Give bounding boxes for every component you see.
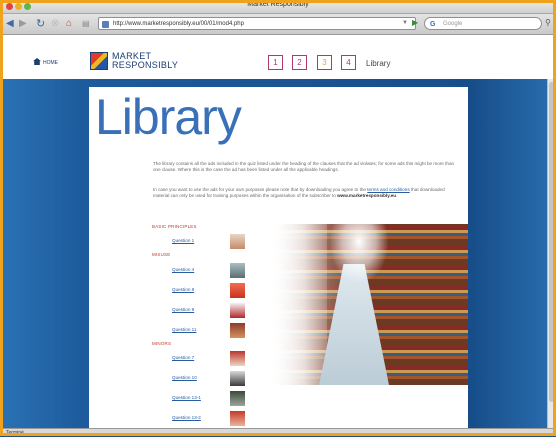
site-favicon-icon <box>102 21 109 28</box>
home-label: HOME <box>43 60 58 66</box>
stop-icon[interactable]: ⊗ <box>51 18 59 30</box>
reload-icon[interactable]: ↻ <box>36 18 45 30</box>
section-heading-misuse: MISUSE <box>152 252 171 257</box>
page-link-4[interactable]: 4 <box>341 55 356 70</box>
site-logo-text[interactable]: MARKET RESPONSIBLY <box>112 52 178 70</box>
question-link[interactable]: Question 13-2 <box>172 415 201 420</box>
page-link-3[interactable]: 3 <box>317 55 332 70</box>
question-link[interactable]: Question 9 <box>172 307 194 312</box>
google-g-icon: G <box>430 21 436 28</box>
bookmark-icon[interactable]: ▤ <box>82 18 90 30</box>
status-bar: Terminé <box>0 428 556 436</box>
scrollbar-thumb[interactable] <box>549 82 554 402</box>
library-bookshelves-image <box>269 224 468 385</box>
page-link-2[interactable]: 2 <box>292 55 307 70</box>
question-link[interactable]: Question 1 <box>172 238 194 243</box>
window-title: Market Responsibly <box>247 1 309 8</box>
question-link[interactable]: Question 10 <box>172 375 197 380</box>
terms-link[interactable]: terms and conditions <box>367 187 409 192</box>
ad-thumbnail-image[interactable] <box>230 303 245 318</box>
site-logo-icon <box>90 52 108 70</box>
address-bar[interactable]: http://www.marketresponsibly.eu/00/01/mo… <box>98 17 416 30</box>
ad-thumbnail-image[interactable] <box>230 283 245 298</box>
vertical-scrollbar[interactable] <box>547 79 555 428</box>
home-icon[interactable]: ⌂ <box>66 18 72 30</box>
section-heading-minors: MINORS <box>152 341 172 346</box>
back-arrow-icon[interactable]: ◀ <box>6 18 14 30</box>
ad-thumbnail-image[interactable] <box>230 411 245 426</box>
terms-text-end: . <box>396 193 398 198</box>
section-nav-label: Library <box>366 59 391 68</box>
ad-thumbnail-image[interactable] <box>230 391 245 406</box>
terms-text-a: In case you want to use the ads for your… <box>153 187 368 192</box>
logo-line2: RESPONSIBLY <box>112 60 179 70</box>
intro-paragraph: The library contains all the ads include… <box>153 161 455 172</box>
ad-thumbnail-image[interactable] <box>230 371 245 386</box>
question-link[interactable]: Question 7 <box>172 355 194 360</box>
question-link[interactable]: Question 13-1 <box>172 395 201 400</box>
question-link[interactable]: Question 4 <box>172 267 194 272</box>
ad-thumbnail-image[interactable] <box>230 263 245 278</box>
page-title: Library <box>95 89 242 145</box>
go-arrow-icon[interactable]: ▶ <box>412 18 418 27</box>
terms-paragraph: In case you want to use the ads for your… <box>153 187 459 199</box>
title-bar: Market Responsibly <box>0 0 556 14</box>
forward-arrow-icon[interactable]: ▶ <box>19 18 27 30</box>
question-link[interactable]: Question 8 <box>172 287 194 292</box>
home-link[interactable]: HOME <box>33 58 58 66</box>
dropdown-arrow-icon[interactable]: ▼ <box>402 20 408 26</box>
page-link-1[interactable]: 1 <box>268 55 283 70</box>
site-name: www.marketresponsibly.eu <box>337 193 397 198</box>
ad-thumbnail-image[interactable] <box>230 323 245 338</box>
site-header: HOME MARKET RESPONSIBLY 1 2 3 4 Library <box>0 35 556 79</box>
library-content: Library The library contains all the ads… <box>89 87 468 428</box>
section-heading-basic-principles: BASIC PRINCIPLES <box>152 224 197 229</box>
question-link[interactable]: Question 11 <box>172 327 196 332</box>
search-placeholder: Google <box>443 21 463 27</box>
address-bar-url: http://www.marketresponsibly.eu/00/01/mo… <box>113 21 244 27</box>
ad-thumbnail-image[interactable] <box>230 234 245 249</box>
browser-toolbar: ◀ ▶ ↻ ⊗ ⌂ ▤ http://www.marketresponsibly… <box>0 14 556 35</box>
search-magnifier-icon[interactable]: ⚲ <box>545 18 551 27</box>
house-icon <box>33 58 41 65</box>
ad-thumbnail-image[interactable] <box>230 351 245 366</box>
search-input[interactable]: G Google <box>424 17 542 30</box>
